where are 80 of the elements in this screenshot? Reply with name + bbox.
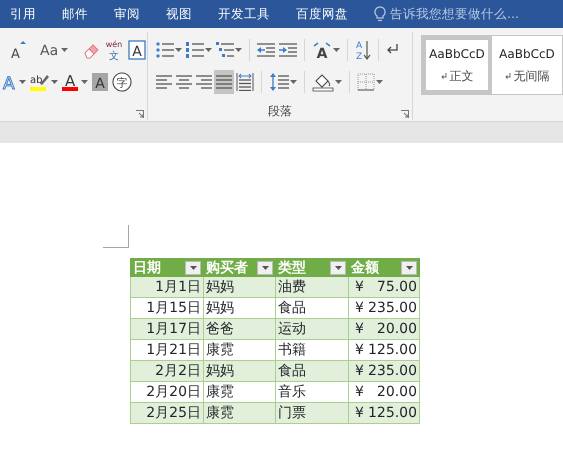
group-label: 段落 (268, 103, 292, 120)
date-cell: 1月17日 (130, 318, 204, 340)
dialog-launcher-button[interactable] (401, 110, 409, 118)
caret-icon (334, 266, 342, 270)
filter-button[interactable] (330, 260, 346, 274)
filter-button[interactable] (401, 260, 417, 274)
currency-symbol: ¥ (354, 382, 364, 402)
date-cell: 2月2日 (130, 360, 204, 382)
amount-text: 235.00 (368, 298, 417, 318)
margin-corner-mark (103, 225, 129, 248)
buyer-cell: 妈妈 (204, 360, 276, 382)
paragraph-mark-icon (504, 72, 510, 80)
style-preview: AaBbCcD (499, 46, 555, 63)
caret-icon (190, 266, 196, 270)
dialog-launcher-icon (136, 110, 144, 118)
ribbon-tab[interactable]: 开发工具 (218, 4, 270, 24)
change-case-button[interactable]: Aa (38, 38, 70, 62)
tell-me-search[interactable]: 告诉我您想要做什么... (390, 4, 519, 24)
style-preview: AaBbCcD (429, 46, 485, 63)
ribbon-tab[interactable]: 邮件 (62, 4, 88, 24)
distributed-button[interactable] (234, 70, 256, 94)
align-left-icon (156, 75, 172, 89)
caret-icon (406, 266, 412, 270)
type-cell: 门票 (276, 402, 348, 424)
currency-symbol: ¥ (354, 362, 364, 380)
caret-icon (262, 266, 268, 270)
highlight-button[interactable]: ab (28, 70, 60, 94)
numbered-list-icon (186, 42, 204, 58)
buyer-cell: 妈妈 (204, 276, 276, 298)
amount-text: 20.00 (376, 320, 417, 338)
column-header: 购买者 (206, 260, 248, 276)
asian-layout-button[interactable]: A (310, 38, 342, 62)
amount-text: 20.00 (376, 382, 417, 402)
currency-symbol: ¥ (354, 298, 364, 318)
ribbon-tab[interactable]: 引用 (10, 4, 36, 24)
borders-icon (357, 73, 375, 91)
column-header: 日期 (133, 260, 161, 276)
column-header: 类型 (278, 260, 306, 276)
increase-indent-icon (279, 43, 297, 57)
date-cell: 1月1日 (130, 276, 204, 298)
style-name: 无间隔 (514, 68, 550, 85)
type-cell: 油费 (276, 276, 348, 298)
lightbulb-icon (374, 6, 386, 22)
multilevel-list-icon (216, 42, 234, 58)
ribbon-tab[interactable]: 百度网盘 (296, 4, 348, 24)
change-case-icon: Aa (40, 41, 60, 59)
font-color-button[interactable]: A (60, 70, 90, 94)
currency-symbol: ¥ (354, 340, 364, 360)
filter-button[interactable] (257, 260, 273, 274)
amount-text: 125.00 (368, 404, 417, 422)
amount-text: 125.00 (368, 340, 417, 360)
column-header: 金额 (351, 260, 379, 276)
ribbon-tab[interactable]: 视图 (166, 4, 192, 24)
amount-text: 75.00 (376, 278, 417, 296)
ribbon-tab[interactable]: 审阅 (114, 4, 140, 24)
shading-icon (312, 72, 334, 92)
currency-symbol: ¥ (354, 320, 364, 338)
dialog-launcher-icon (401, 110, 409, 118)
bullet-list-icon (156, 42, 174, 58)
justify-icon (216, 75, 232, 89)
currency-symbol: ¥ (354, 404, 364, 422)
align-right-icon (196, 75, 212, 89)
type-cell: 运动 (276, 318, 348, 340)
type-cell: 食品 (276, 360, 348, 382)
justify-button[interactable] (214, 70, 234, 94)
decrease-indent-icon (257, 43, 275, 57)
buyer-cell: 爸爸 (204, 318, 276, 340)
style-tile[interactable]: AaBbCcD 正文 (422, 36, 492, 94)
align-center-icon (176, 75, 192, 89)
style-name: 正文 (450, 68, 474, 85)
buyer-cell: 康霓 (204, 402, 276, 424)
text-effects-icon: A (2, 72, 18, 92)
paragraph-mark-icon (440, 72, 446, 80)
distributed-icon (236, 73, 254, 91)
amount-text: 235.00 (368, 362, 417, 380)
dialog-launcher-button[interactable] (136, 110, 144, 118)
currency-symbol: ¥ (354, 278, 364, 296)
filter-button[interactable] (185, 260, 201, 274)
date-cell: 2月25日 (130, 402, 204, 424)
line-spacing-icon (269, 72, 289, 92)
